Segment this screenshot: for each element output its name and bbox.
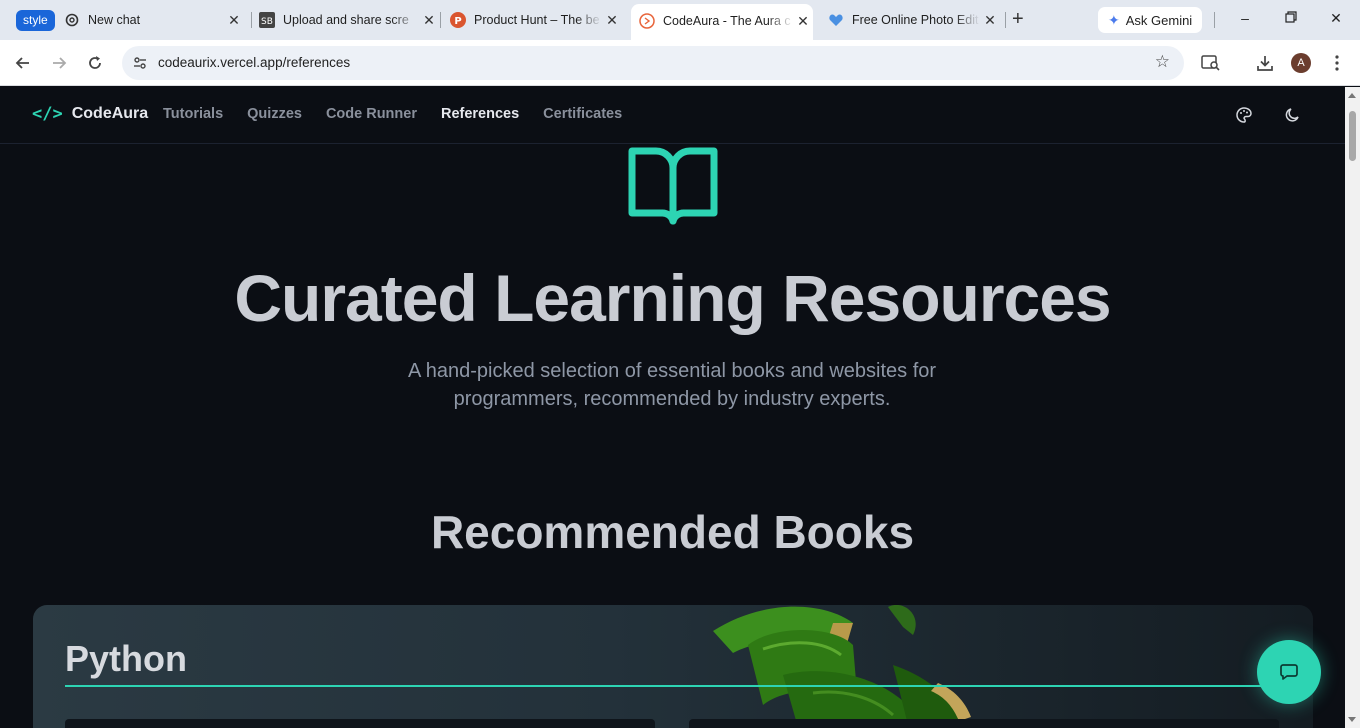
svg-text:P: P: [454, 16, 461, 27]
tab-group-badge[interactable]: style: [16, 10, 55, 31]
tab-separator: [1005, 12, 1006, 28]
chat-button[interactable]: [1257, 640, 1321, 704]
forward-arrow-icon[interactable]: [48, 52, 70, 74]
book-category-card: Python: [33, 605, 1313, 728]
page-viewport: </> CodeAura Tutorials Quizzes Code Runn…: [0, 87, 1345, 728]
tab-title: Upload and share scre: [283, 13, 409, 27]
sb-icon: SB: [259, 12, 275, 28]
scrollbar-thumb[interactable]: [1349, 111, 1356, 161]
heart-icon: [828, 12, 844, 28]
minimize-icon[interactable]: –: [1235, 10, 1255, 26]
tab-separator: [251, 12, 252, 28]
tab-separator: [440, 12, 441, 28]
page-scrollbar[interactable]: [1345, 87, 1360, 728]
bamboo-image: [713, 605, 971, 728]
tab-upload-share[interactable]: SB Upload and share scre ✕: [259, 6, 439, 34]
back-arrow-icon[interactable]: [12, 52, 34, 74]
tab-title: Product Hunt – The be: [474, 13, 600, 27]
new-tab-icon[interactable]: +: [1012, 8, 1024, 31]
site-navbar: </> CodeAura Tutorials Quizzes Code Runn…: [0, 87, 1345, 144]
tab-title: CodeAura - The Aura c: [663, 14, 791, 28]
category-divider: [65, 685, 1265, 687]
page-title: Curated Learning Resources: [234, 261, 1111, 335]
chat-bubble-icon: [1280, 664, 1298, 680]
url-text: codeaurix.vercel.app/references: [158, 55, 351, 70]
tab-title: New chat: [88, 13, 141, 27]
reload-icon[interactable]: [84, 52, 106, 74]
browser-tab-bar: style New chat ✕ SB Upload and share scr…: [0, 0, 1360, 40]
openai-icon: [64, 12, 80, 28]
scroll-up-arrow-icon[interactable]: [1348, 93, 1356, 98]
gemini-sparkle-icon: ✦: [1108, 11, 1120, 28]
address-bar[interactable]: codeaurix.vercel.app/references ☆: [122, 46, 1184, 80]
close-tab-icon[interactable]: ✕: [224, 12, 244, 29]
nav-tutorials[interactable]: Tutorials: [163, 106, 223, 122]
svg-text:SB: SB: [261, 17, 273, 27]
tab-photo-editor[interactable]: Free Online Photo Edit ✕: [828, 6, 1000, 34]
close-tab-icon[interactable]: ✕: [419, 12, 439, 29]
tab-new-chat[interactable]: New chat ✕: [64, 6, 244, 34]
category-title: Python: [65, 638, 187, 679]
close-tab-icon[interactable]: ✕: [793, 13, 813, 30]
scroll-down-arrow-icon[interactable]: [1348, 717, 1356, 722]
site-info-icon[interactable]: [132, 55, 148, 71]
open-book-icon: [628, 147, 718, 229]
book-card[interactable]: [689, 719, 1279, 728]
close-tab-icon[interactable]: ✕: [980, 12, 1000, 29]
lens-search-icon[interactable]: [1199, 51, 1223, 75]
brand-name: CodeAura: [71, 105, 149, 122]
brand-logo[interactable]: </> CodeAura: [32, 104, 148, 124]
producthunt-icon: P: [450, 12, 466, 28]
tab-codeaura[interactable]: CodeAura - The Aura c ✕: [631, 4, 813, 40]
nav-code-runner[interactable]: Code Runner: [326, 106, 417, 122]
page-subtitle: A hand-picked selection of essential boo…: [407, 360, 937, 410]
more-menu-icon[interactable]: [1325, 51, 1349, 75]
nav-references[interactable]: References: [441, 106, 519, 122]
moon-icon[interactable]: [1284, 106, 1304, 126]
close-window-icon[interactable]: ✕: [1326, 10, 1346, 27]
palette-icon[interactable]: [1235, 106, 1255, 126]
browser-toolbar: codeaurix.vercel.app/references ☆ A: [0, 40, 1360, 86]
code-brackets-icon: </>: [32, 104, 63, 124]
download-icon[interactable]: [1253, 51, 1277, 75]
bookmark-star-icon[interactable]: ☆: [1155, 52, 1170, 72]
nav-certificates[interactable]: Certificates: [543, 106, 622, 122]
nav-quizzes[interactable]: Quizzes: [247, 106, 302, 122]
nav-links: Tutorials Quizzes Code Runner References…: [163, 106, 646, 122]
tab-product-hunt[interactable]: P Product Hunt – The be ✕: [450, 6, 622, 34]
profile-avatar[interactable]: A: [1291, 53, 1311, 73]
book-card[interactable]: [65, 719, 655, 728]
section-title-books: Recommended Books: [430, 506, 915, 558]
tab-title: Free Online Photo Edit: [852, 13, 979, 27]
codeaura-icon: [639, 13, 655, 29]
restore-icon[interactable]: [1281, 10, 1301, 26]
ask-gemini-label: Ask Gemini: [1125, 12, 1193, 28]
close-tab-icon[interactable]: ✕: [602, 12, 622, 29]
tab-separator: [1214, 12, 1215, 28]
ask-gemini-button[interactable]: ✦ Ask Gemini: [1098, 7, 1203, 33]
